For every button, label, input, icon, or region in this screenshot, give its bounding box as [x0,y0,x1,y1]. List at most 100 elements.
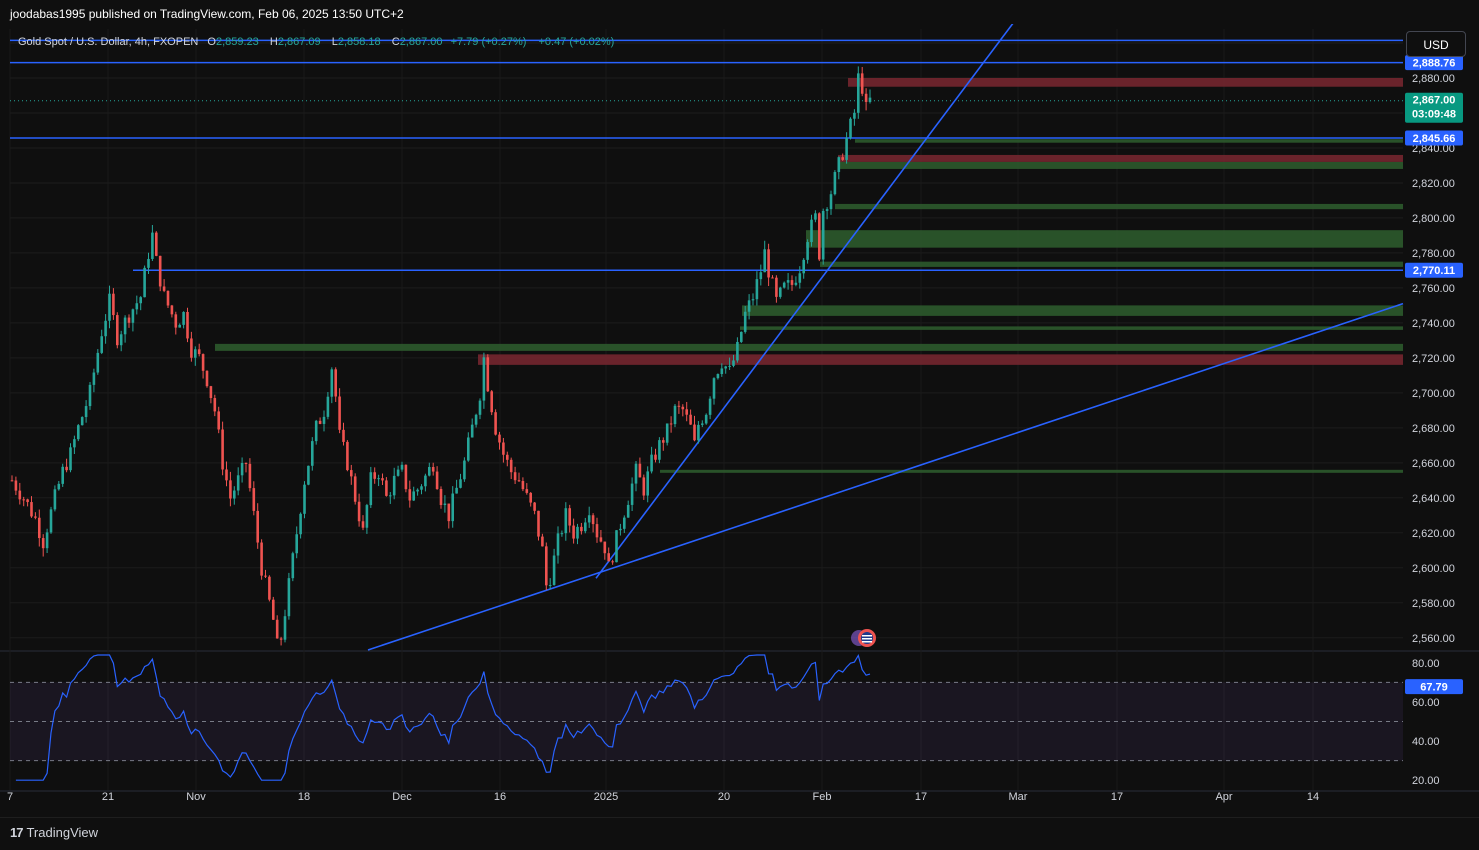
candle-body [806,242,809,260]
candle-body [213,398,217,412]
candle-body [174,314,178,328]
candle-body [513,472,517,481]
support-zone [740,326,1403,330]
candle-body [127,317,131,323]
time-tick-label: 21 [102,791,114,803]
candle-body [123,317,127,335]
candle-body [248,463,252,489]
candle-body [100,336,103,353]
candle-body [431,467,435,472]
price-tick-label: 2,640.00 [1412,493,1455,505]
candle-body [392,475,396,496]
candle-body [490,391,493,413]
candle-body [49,509,53,533]
candle-body [373,472,376,479]
candle-body [41,538,45,549]
level-badge-text: 2,888.76 [1413,58,1456,70]
candle-body [868,97,872,102]
candle-body [108,293,111,321]
event-flag-icon[interactable] [851,629,876,647]
candle-body [619,528,622,531]
price-tick-label: 2,720.00 [1412,353,1455,365]
candle-body [326,396,330,417]
candle-body [494,412,497,435]
candle-body [92,372,96,385]
tradingview-brand[interactable]: 17 TradingView [10,825,98,840]
candle-body [743,311,747,332]
candle-body [591,515,595,525]
price-chart[interactable]: 20.00 40.00 60.00 80.00 2,560.00 2,580.00 2,6… [0,24,1479,816]
candle-body [829,194,833,210]
time-tick-label: 14 [1307,791,1319,803]
candle-body [311,441,314,466]
candle-body [158,255,162,287]
candle-body [521,481,525,490]
candle-body [30,502,33,517]
candle-body [740,331,743,342]
symbol-name: Gold Spot / U.S. Dollar, 4h, FXOPEN [18,36,198,48]
candle-body [65,466,68,471]
price-tick-label: 2,660.00 [1412,458,1455,470]
candle-body [268,576,271,600]
candle-body [256,510,259,543]
candle-body [88,384,92,407]
candle-body [233,490,236,499]
support-zone [855,139,1403,143]
price-tick-label: 2,580.00 [1412,598,1455,610]
candle-body [587,515,591,523]
candle-body [650,454,653,472]
candle-body [541,536,544,547]
candle-body [798,273,802,283]
candle-body [299,513,302,535]
candle-body [634,463,638,484]
rsi-tick-label: 60.00 [1412,697,1440,709]
candle-body [646,471,649,496]
candle-body [794,282,798,285]
candle-body [658,440,661,460]
candle-body [353,476,357,502]
candle-body [279,638,283,640]
candle-body [732,360,735,366]
candle-body [69,447,72,471]
price-tick-label: 2,620.00 [1412,528,1455,540]
candle-body [135,303,139,310]
candle-body [275,619,279,639]
close-label: C [392,36,400,48]
candle-body [217,411,220,430]
candle-body [205,370,209,387]
resistance-zone [478,354,1403,365]
resistance-zone [848,77,1403,87]
candle-body [178,324,181,328]
candle-body [626,504,630,518]
price-tick-label: 2,820.00 [1412,178,1455,190]
candle-body [272,599,275,620]
candle-body [389,495,392,497]
candle-body [346,441,349,471]
candle-body [771,277,774,279]
candle-body [517,480,521,482]
candle-body [104,320,107,337]
candle-body [264,575,267,577]
support-zone [660,469,1403,473]
symbol-legend: Gold Spot / U.S. Dollar, 4h, FXOPEN O2,8… [18,36,614,48]
currency-button[interactable]: USD [1406,31,1466,57]
candle-body [482,357,486,401]
close-value: 2,867.00 [400,36,443,48]
candle-body [681,406,685,410]
candle-body [790,280,794,285]
candle-body [837,157,841,173]
support-zone [838,161,1403,169]
time-tick-label: 20 [718,791,730,803]
candle-body [673,405,677,425]
candle-body [502,442,505,455]
time-tick-label: 17 [1111,791,1123,803]
candle-body [506,454,509,460]
candle-body [638,463,642,478]
candle-body [853,112,856,119]
candle-body [357,501,361,522]
candle-body [603,541,607,554]
candle-body [287,578,291,617]
candle-body [209,386,213,399]
candle-body [677,405,681,407]
candle-body [84,406,88,418]
